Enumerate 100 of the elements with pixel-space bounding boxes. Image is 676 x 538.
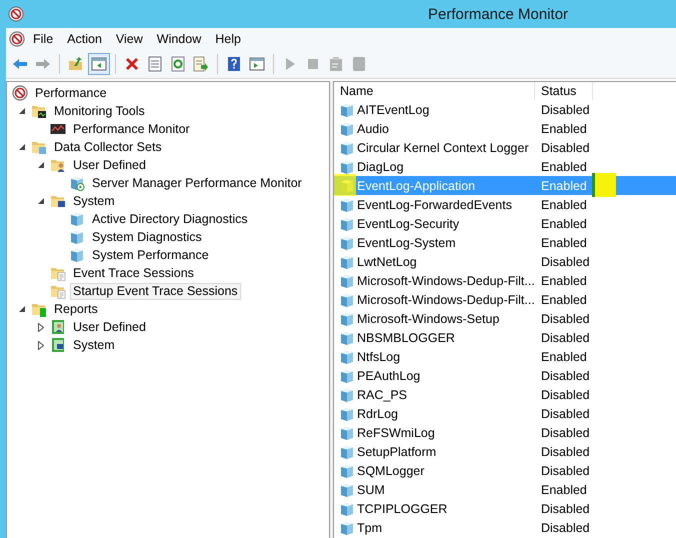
table-row[interactable]: EventLog-ForwardedEvents Enabled [334,195,676,214]
table-row[interactable]: DiagLog Enabled [334,157,676,176]
status-text: Enabled [540,292,587,306]
session-name: Microsoft-Windows-Setup [357,312,500,326]
folder-icon [31,139,47,155]
data-collector-icon [339,292,355,308]
table-row[interactable]: NBSMBLOGGER Disabled [334,328,676,347]
status-text: Disabled [540,444,590,458]
data-collector-icon [339,444,355,460]
system-menu-icon [9,31,25,47]
table-row[interactable]: Microsoft-Windows-Dedup-Filt... Enabled [334,290,676,309]
data-collector-icon [339,330,355,346]
table-row[interactable]: PEAuthLog Disabled [334,366,676,385]
collapse-triangle-icon[interactable] [38,198,45,204]
status-text: Enabled [540,236,587,250]
tree-item[interactable]: User Defined [70,156,149,174]
tree-item[interactable]: Performance [32,84,110,102]
expand-triangle-icon[interactable] [38,322,44,332]
session-name: PEAuthLog [357,368,420,382]
toolbar-button[interactable] [88,53,110,75]
table-row[interactable]: RAC_PS Disabled [334,385,676,404]
stop-icon [305,56,321,72]
square-icon [351,56,367,72]
highlighter-mark [592,173,616,197]
table-row[interactable]: SQMLogger Disabled [334,461,676,480]
tree-item[interactable]: System Diagnostics [89,228,205,246]
collapse-triangle-icon[interactable] [19,144,26,150]
collapse-triangle-icon[interactable] [19,306,26,312]
data-collector-icon [69,247,85,263]
data-collector-icon [69,229,85,245]
table-row[interactable]: Microsoft-Windows-Dedup-Filt... Enabled [334,271,676,290]
data-collector-icon [339,310,355,326]
session-name: EventLog-ForwardedEvents [357,198,512,212]
table-row[interactable]: SUM Enabled [334,480,676,499]
menu-item[interactable]: Action [61,30,108,48]
table-row[interactable]: LwtNetLog Disabled [334,252,676,271]
table-row[interactable]: EventLog-System Enabled [334,233,676,252]
data-collector-icon [339,254,355,270]
session-name: LwtNetLog [357,254,417,268]
table-row[interactable]: EventLog-Security Enabled [334,214,676,233]
status-text: Disabled [540,102,590,116]
folder-icon [31,301,47,317]
clipboard-icon [328,56,344,72]
column-header[interactable]: Name [334,82,535,100]
session-name: SQMLogger [357,464,424,478]
data-collector-icon [339,520,355,536]
tree-item[interactable]: Startup Event Trace Sessions [70,282,241,300]
chart-icon [50,121,66,137]
table-row[interactable]: Tpm Disabled [334,518,676,537]
status-text: Enabled [540,160,587,174]
table-row[interactable]: Audio Enabled [334,119,676,138]
report-icon [50,337,66,353]
refresh-icon [170,56,186,72]
table-row[interactable]: SetupPlatform Disabled [334,442,676,461]
status-text: Disabled [540,388,590,402]
table-row[interactable]: TCPIPLOGGER Disabled [334,499,676,518]
expand-triangle-icon[interactable] [38,340,44,350]
help-icon [226,56,242,72]
menu-item[interactable]: File [27,30,60,48]
data-collector-icon [339,272,355,288]
tree-item[interactable]: System Performance [89,246,212,264]
status-text: Disabled [540,406,590,420]
column-header[interactable]: Status [535,82,593,100]
data-collector-icon [339,196,355,212]
menu-item[interactable]: Help [209,30,247,48]
table-row[interactable]: NtfsLog Enabled [334,347,676,366]
tree-item[interactable]: System [70,336,118,354]
tree-item[interactable]: Event Trace Sessions [70,264,197,282]
collapse-triangle-icon[interactable] [19,108,26,114]
status-text: Disabled [540,368,590,382]
session-name: EventLog-Application [357,178,476,192]
tree-item[interactable]: Reports [51,300,101,318]
status-text: Disabled [540,140,590,154]
data-collector-icon [339,140,355,156]
export-list-icon [193,56,209,72]
table-row[interactable]: Microsoft-Windows-Setup Disabled [334,309,676,328]
status-text: Disabled [540,312,590,326]
tree-item[interactable]: User Defined [70,318,149,336]
tree-item[interactable]: Active Directory Diagnostics [89,210,251,228]
tree-item[interactable]: Server Manager Performance Monitor [89,174,305,192]
table-row[interactable]: Circular Kernel Context Logger Disabled [334,138,676,157]
report-icon [50,319,66,335]
window-title: Performance Monitor [428,6,568,22]
collapse-triangle-icon[interactable] [38,162,45,168]
tree-item[interactable]: Performance Monitor [70,120,193,138]
session-name: DiagLog [357,160,404,174]
data-collector-icon [69,175,85,191]
menu-item[interactable]: Window [150,30,208,48]
session-name: Microsoft-Windows-Dedup-Filt... [357,274,535,288]
forward-arrow-icon [35,56,51,72]
session-name: Microsoft-Windows-Dedup-Filt... [357,292,535,306]
table-row[interactable]: AITEventLog Disabled [334,100,676,119]
menu-item[interactable]: View [110,30,149,48]
tree-item[interactable]: Data Collector Sets [51,138,165,156]
table-row[interactable]: ReFSWmiLog Disabled [334,423,676,442]
tree-item[interactable]: System [70,192,118,210]
session-name: Circular Kernel Context Logger [357,140,529,154]
tree-item[interactable]: Monitoring Tools [51,102,148,120]
app-icon [8,6,24,22]
table-row[interactable]: RdrLog Disabled [334,404,676,423]
